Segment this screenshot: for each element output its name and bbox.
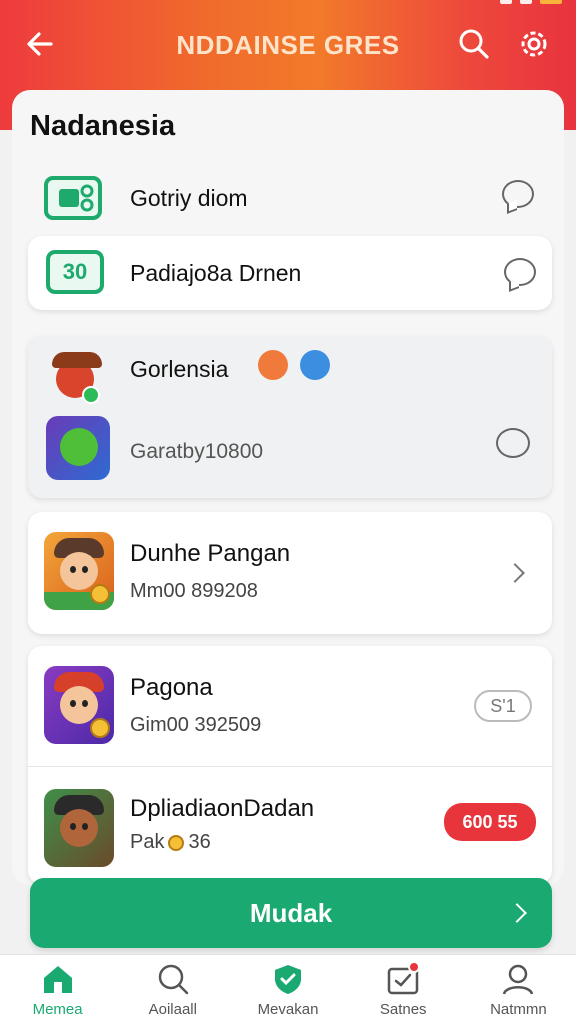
ticket-number: 30	[62, 259, 88, 284]
status-pill[interactable]: S'1	[474, 690, 532, 722]
section-title: Nadanesia	[30, 110, 176, 142]
list-item-padiajo[interactable]: 30 Padiajo8a Drnen	[28, 236, 552, 310]
item-subtitle: Pak 36	[130, 831, 211, 854]
item-label: Padiajo8a Drnen	[130, 260, 302, 286]
item-subtitle: Gim00 392509	[130, 714, 262, 736]
tab-profile[interactable]: Natmmn	[461, 955, 576, 1024]
search-icon	[158, 964, 189, 995]
emoji-orange-icon	[258, 350, 288, 380]
emoji-blue-icon	[300, 350, 330, 380]
item-label: Gotriy diom	[130, 184, 248, 211]
wifi-icon	[520, 0, 532, 4]
subtitle-prefix: Pak	[130, 831, 165, 853]
tab-label: Memea	[32, 1001, 83, 1018]
goblin-avatar	[46, 416, 110, 480]
chat-icon[interactable]	[502, 180, 534, 208]
subtitle-value: 36	[188, 831, 211, 853]
tab-label: Mevakan	[257, 1001, 319, 1018]
search-button[interactable]	[454, 24, 494, 64]
chevron-right-icon	[507, 903, 527, 923]
item-subtitle: Mm00 899208	[130, 580, 258, 602]
item-title: DpliadiaonDadan	[130, 795, 315, 822]
coin-icon	[168, 834, 185, 851]
price-pill[interactable]: 600 55	[444, 803, 536, 841]
shield-icon	[275, 965, 301, 994]
cta-label: Mudak	[249, 897, 333, 928]
chevron-right-icon	[505, 563, 525, 583]
tab-label: Satnes	[379, 1001, 427, 1018]
gear-icon	[521, 31, 547, 57]
notification-badge	[407, 961, 420, 973]
bottom-tab-bar: Memea Aoilaall Mevakan Satnes Natmmn	[0, 954, 576, 1024]
list-item-dpliadiaon[interactable]: DpliadiaonDadan Pak 36 600 55	[28, 767, 552, 884]
tab-home[interactable]: Memea	[0, 955, 115, 1024]
tab-label: Aoilaall	[148, 1001, 197, 1018]
chat-icon[interactable]	[504, 258, 536, 286]
tab-inbox[interactable]: Satnes	[346, 955, 461, 1024]
settings-button[interactable]	[514, 24, 554, 64]
status-bar	[500, 0, 562, 10]
search-icon	[459, 29, 489, 59]
character-avatar	[44, 666, 114, 744]
list-item-gotriy[interactable]: Gotriy diom	[44, 172, 544, 224]
primary-action-button[interactable]: Mudak	[30, 878, 552, 948]
radio-button[interactable]	[496, 428, 530, 458]
list-group-card: Pagona Gim00 392509 S'1 DpliadiaonDadan …	[28, 646, 552, 884]
list-item-dunhe[interactable]: Dunhe Pangan Mm00 899208	[28, 512, 552, 634]
tab-search[interactable]: Aoilaall	[115, 955, 230, 1024]
list-item-pagona[interactable]: Pagona Gim00 392509 S'1	[28, 646, 552, 766]
item-title: Dunhe Pangan	[130, 540, 291, 567]
signal-icon	[500, 0, 512, 4]
ticket-icon	[44, 176, 102, 220]
battery-icon	[540, 0, 562, 4]
item-title: Pagona	[130, 674, 213, 701]
profile-icon	[503, 964, 534, 995]
group-label: Gorlensia	[130, 356, 229, 382]
home-icon	[43, 966, 72, 993]
ticket-icon: 30	[46, 250, 104, 294]
tab-label: Natmmn	[490, 1001, 547, 1018]
warrior-avatar	[42, 346, 112, 408]
tab-shield[interactable]: Mevakan	[230, 955, 345, 1024]
character-avatar	[44, 789, 114, 867]
character-avatar	[44, 532, 114, 610]
main-sheet: Nadanesia Gotriy diom 30 Padiajo8a Drnen…	[12, 90, 564, 885]
group-sub-label: Garatby10800	[130, 440, 264, 463]
group-card[interactable]: Gorlensia Garatby10800	[28, 336, 552, 498]
